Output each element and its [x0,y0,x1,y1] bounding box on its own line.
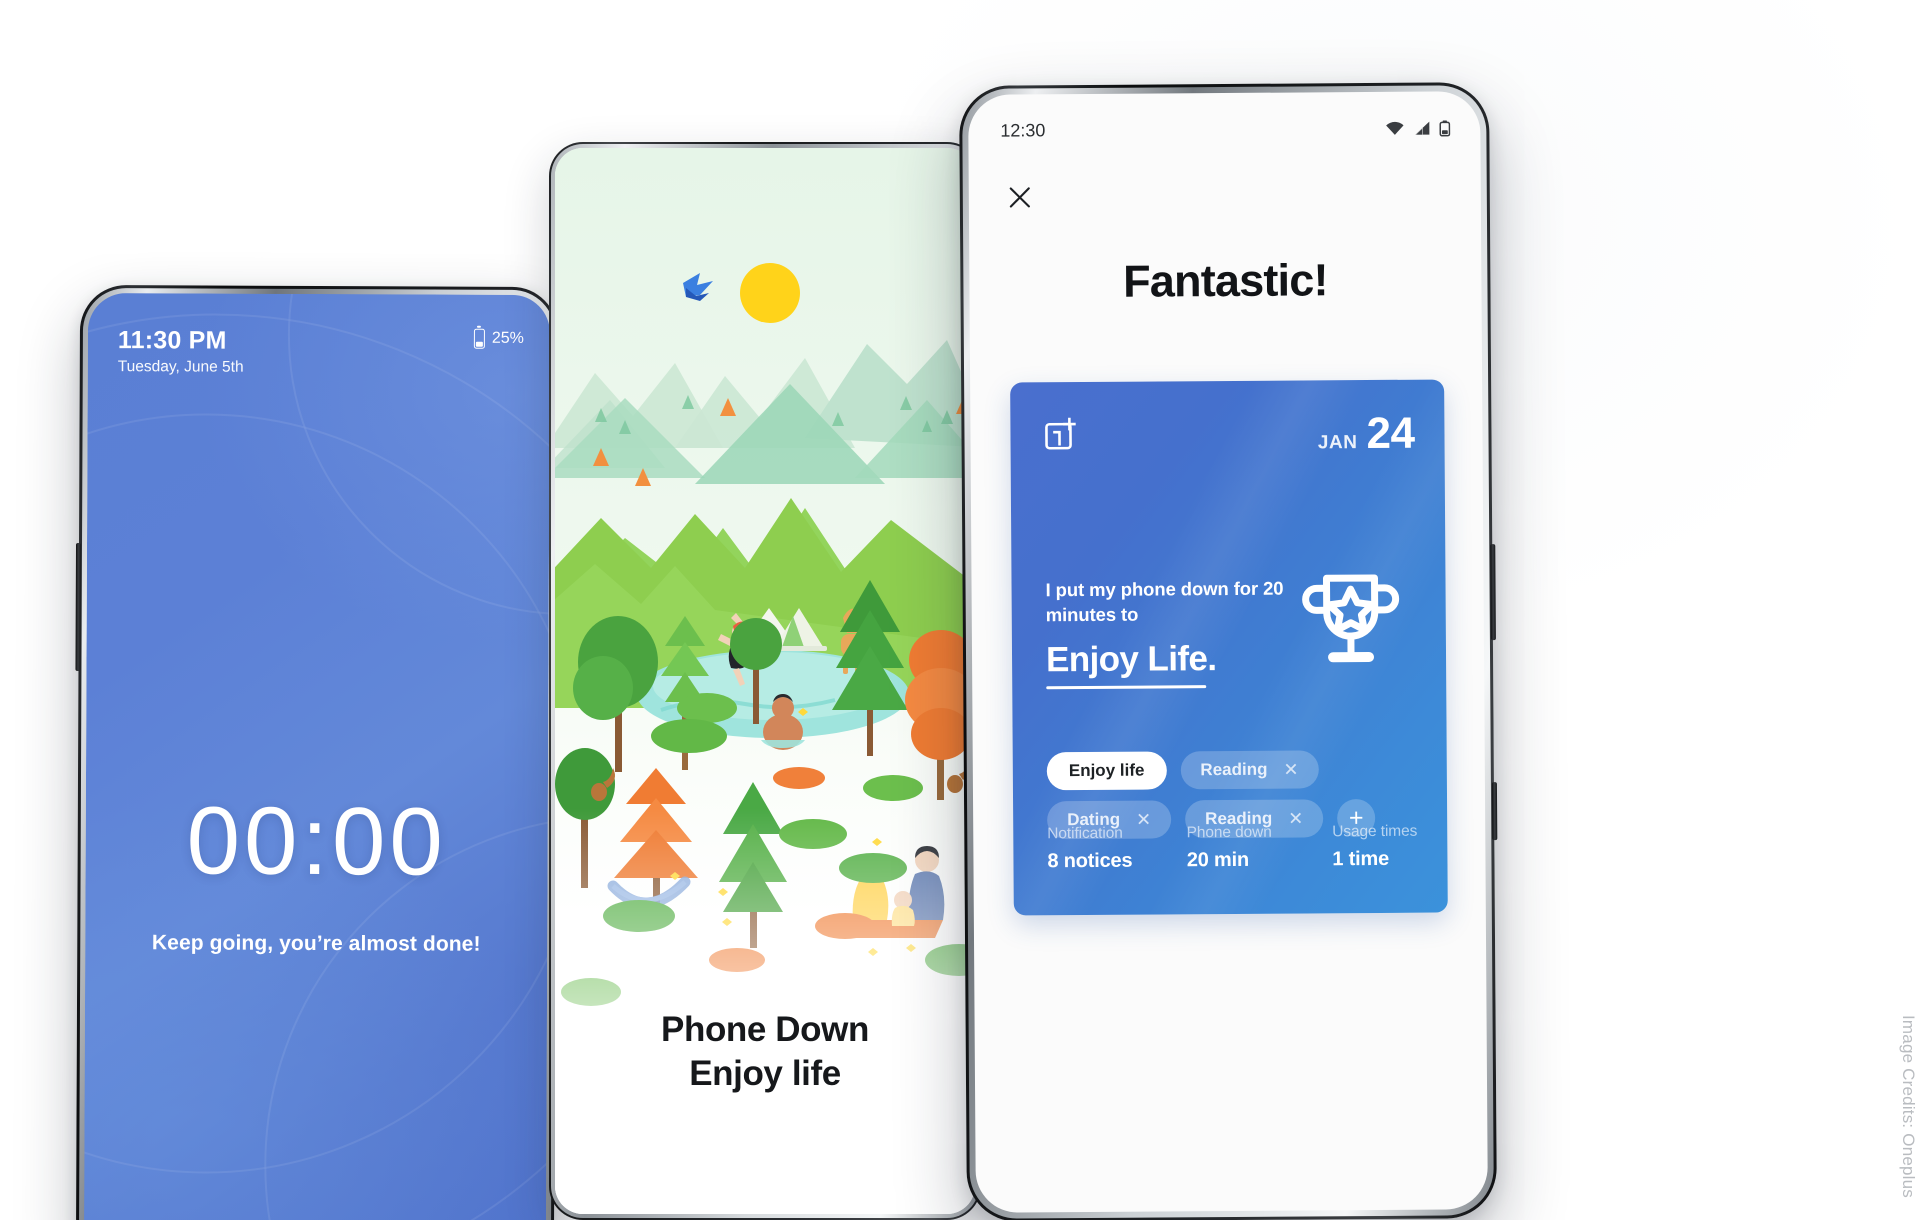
encouragement-text: Keep going, you’re almost done! [151,931,481,956]
phone-screen: 11:30 PM Tuesday, June 5th 25% 00:00 Kee… [83,292,551,1220]
background-arcs [83,292,551,1220]
stat-label: Notification [1047,824,1123,843]
lockscreen-date: Tuesday, June 5th [117,358,244,376]
headline-underline [1046,684,1207,689]
battery-icon [473,328,485,349]
status-bar-icons [1385,119,1451,137]
power-button[interactable] [1490,544,1496,641]
close-icon [1009,187,1030,208]
card-stats: Notification 8 notices Phone down 20 min… [1047,823,1417,874]
status-bar-time: 12:30 [1000,120,1046,141]
page-title: Fantastic! [1122,254,1328,307]
lockscreen-time: 11:30 PM [117,326,227,355]
alert-slider[interactable] [1491,782,1498,841]
card-date: JAN 24 [1317,408,1415,459]
oneplus-logo-icon [1044,416,1082,454]
volume-button[interactable] [75,542,82,671]
caption-line-1: Phone Down [661,1009,869,1049]
clock-block: 11:30 PM Tuesday, June 5th [117,326,244,377]
stat-phone-down: Phone down 20 min [1187,824,1273,873]
phone-summary: 12:30 Fantastic! JAN 24 I put my phone d… [959,82,1498,1220]
phone-screen: Phone Down Enjoy life [555,148,975,1214]
stat-value: 8 notices [1047,849,1133,873]
stat-notification: Notification 8 notices [1047,825,1132,874]
phone-illustration: Phone Down Enjoy life [549,142,981,1220]
stat-label: Phone down [1186,823,1272,842]
card-header: JAN 24 [1044,408,1415,459]
close-button[interactable] [999,176,1041,218]
card-lead-text: I put my phone down for 20 minutes to [1045,577,1284,626]
card-headline: Enjoy Life. [1045,638,1217,679]
sun-icon [740,263,800,323]
timer-block: 00:00 Keep going, you’re almost done! [85,787,548,957]
stat-label: Usage times [1332,822,1418,841]
countdown-timer: 00:00 [186,787,448,896]
card-date-day: 24 [1366,408,1415,459]
stat-value: 20 min [1186,848,1250,872]
battery-indicator: 25% [473,328,524,349]
lockscreen-status-bar: 11:30 PM Tuesday, June 5th 25% [117,326,524,378]
wifi-icon [1386,122,1404,135]
chip-label: Reading [1200,759,1268,780]
phone-screen: 12:30 Fantastic! JAN 24 I put my phone d… [968,91,1488,1213]
phone-lockscreen: 11:30 PM Tuesday, June 5th 25% 00:00 Kee… [75,284,559,1220]
achievement-card: JAN 24 I put my phone down for 20 minute… [1010,379,1448,916]
chip-remove-icon[interactable]: ✕ [1283,760,1298,780]
chip-enjoy-life[interactable]: Enjoy life [1046,751,1167,791]
battery-percent: 25% [491,329,524,347]
stat-usage-times: Usage times 1 time [1332,823,1417,872]
stat-value: 1 time [1332,847,1390,871]
card-date-month: JAN [1317,432,1358,454]
illustration-caption: Phone Down Enjoy life [555,1008,975,1096]
chip-label: Enjoy life [1068,760,1145,781]
caption-line-2: Enjoy life [689,1053,841,1093]
chip-reading-1[interactable]: Reading ✕ [1180,750,1319,790]
image-credit: Image Credits: Oneplus [1899,1015,1918,1198]
status-bar: 12:30 [1000,117,1451,141]
signal-icon [1415,121,1430,135]
battery-icon [1439,119,1451,137]
card-body: I put my phone down for 20 minutes to En… [1045,576,1311,689]
